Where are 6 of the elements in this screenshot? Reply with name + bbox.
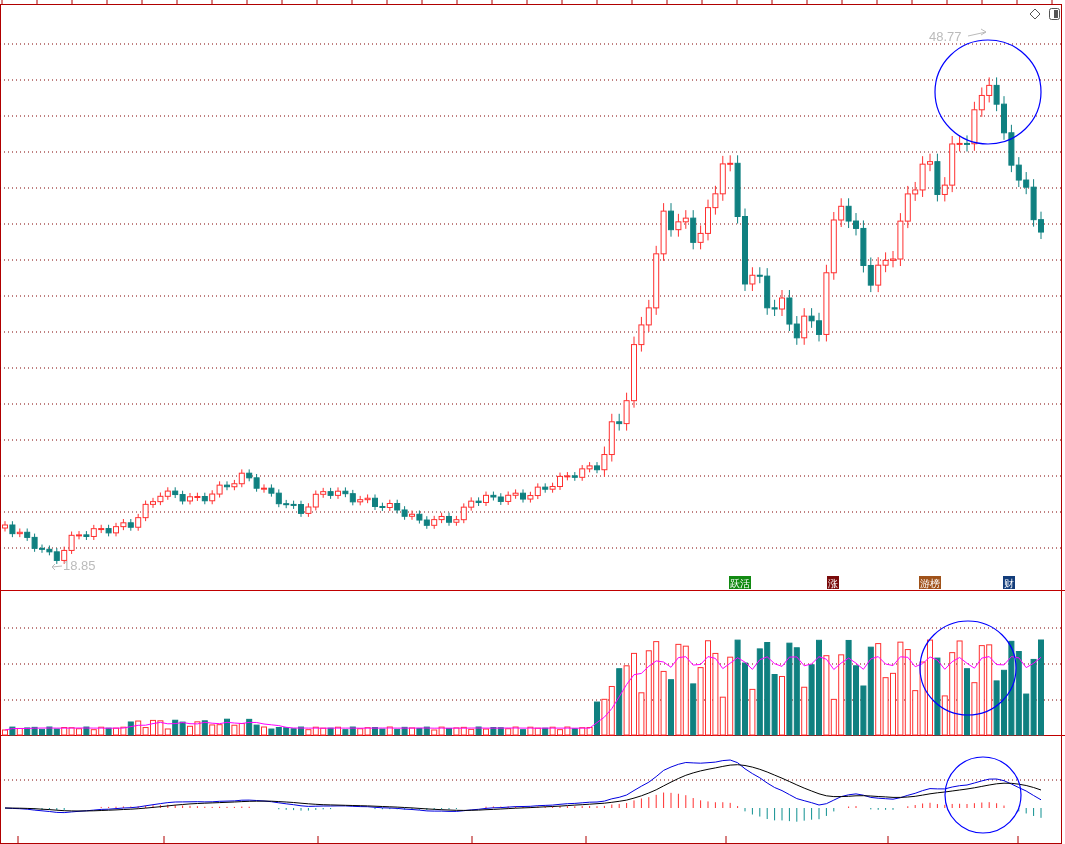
event-tag[interactable]: 跃活	[729, 576, 751, 589]
event-tag[interactable]: 游榜	[919, 576, 941, 589]
event-tag[interactable]: 涨	[827, 576, 839, 589]
event-tag[interactable]: 财	[1003, 576, 1015, 589]
low-price-label: 18.85	[63, 558, 96, 573]
high-price-label: 48.77	[929, 29, 962, 44]
